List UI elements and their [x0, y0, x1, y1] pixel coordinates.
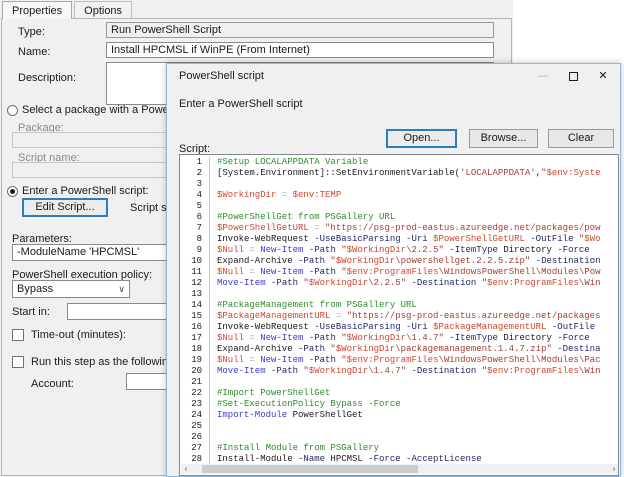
code-line: 20Move-Item -Path "$WorkingDir\1.4.7" -D…	[180, 366, 618, 377]
code-line: 2[System.Environment]::SetEnvironmentVar…	[180, 168, 618, 179]
start-in-field[interactable]	[67, 303, 172, 320]
combo-chevron-icon: ∨	[118, 283, 125, 295]
parameters-field[interactable]: -ModuleName 'HPCMSL'	[12, 244, 172, 261]
execution-policy-select[interactable]: Bypass ∨	[12, 280, 130, 298]
minimize-icon[interactable]: —	[528, 64, 558, 89]
code-line: 24Import-Module PowerShellGet	[180, 410, 618, 421]
timeout-checkbox-label: Time-out (minutes):	[31, 329, 126, 341]
code-line: 6#PowerShellGet from PSGallery URL	[180, 212, 618, 223]
code-line: 15$PackageManagementURL = "https://psg-p…	[180, 311, 618, 322]
open-button[interactable]: Open...	[386, 129, 457, 148]
code-line: 11$Null = New-Item -Path "$env:ProgramFi…	[180, 267, 618, 278]
code-line: 27#Install Module from PSGallery	[180, 443, 618, 454]
code-line: 26	[180, 432, 618, 443]
code-line: 21	[180, 377, 618, 388]
code-line: 18Expand-Archive -Path "$WorkingDir\pack…	[180, 344, 618, 355]
code-line: 19$Null = New-Item -Path "$env:ProgramFi…	[180, 355, 618, 366]
description-label: Description:	[18, 72, 76, 84]
code-line: 1#Setup LOCALAPPDATA Variable	[180, 157, 618, 168]
clear-button[interactable]: Clear	[548, 129, 614, 148]
code-line: 5	[180, 201, 618, 212]
code-line: 23#Set-ExecutionPolicy Bypass -Force	[180, 399, 618, 410]
code-line: 17$Null = New-Item -Path "$WorkingDir\1.…	[180, 333, 618, 344]
code-line: 12Move-Item -Path "$WorkingDir\2.2.5" -D…	[180, 278, 618, 289]
run-as-checkbox[interactable]	[12, 356, 24, 368]
powershell-script-dialog: PowerShell script — ✕ Enter a PowerShell…	[166, 63, 621, 477]
account-label: Account:	[31, 378, 74, 390]
code-line: 7$PowerShellGetURL = "https://psg-prod-e…	[180, 223, 618, 234]
horizontal-scrollbar[interactable]: ‹ ›	[181, 464, 619, 474]
code-line: 25	[180, 421, 618, 432]
code-lines[interactable]: 1#Setup LOCALAPPDATA Variable2[System.En…	[180, 157, 618, 465]
name-field[interactable]: Install HPCMSL if WinPE (From Internet)	[106, 42, 494, 58]
type-field: Run PowerShell Script	[106, 22, 494, 38]
script-editor[interactable]: 1#Setup LOCALAPPDATA Variable2[System.En…	[179, 154, 619, 476]
code-line: 9$Null = New-Item -Path "$WorkingDir\2.2…	[180, 245, 618, 256]
execution-policy-value: Bypass	[17, 283, 53, 295]
name-label: Name:	[18, 46, 50, 58]
type-label: Type:	[18, 26, 45, 38]
code-line: 13	[180, 289, 618, 300]
enter-script-radio[interactable]	[7, 186, 18, 197]
dialog-titlebar[interactable]: PowerShell script — ✕	[167, 64, 620, 89]
dialog-title: PowerShell script	[179, 70, 264, 82]
code-line: 3	[180, 179, 618, 190]
code-line: 8Invoke-WebRequest -UseBasicParsing -Uri…	[180, 234, 618, 245]
start-in-label: Start in:	[12, 306, 50, 318]
package-field	[12, 132, 172, 148]
select-package-radio[interactable]	[7, 105, 18, 116]
close-icon[interactable]: ✕	[588, 64, 618, 89]
code-line: 4$WorkingDir = $env:TEMP	[180, 190, 618, 201]
edit-script-button[interactable]: Edit Script...	[22, 198, 108, 217]
scrollbar-track[interactable]	[191, 464, 609, 474]
timeout-checkbox[interactable]	[12, 329, 24, 341]
code-line: 22#Import PowerShellGet	[180, 388, 618, 399]
tab-strip: PropertiesOptions	[2, 1, 132, 19]
code-line: 10Expand-Archive -Path "$WorkingDir\powe…	[180, 256, 618, 267]
scrollbar-thumb[interactable]	[202, 465, 418, 473]
maximize-icon[interactable]	[558, 64, 588, 89]
tab-properties[interactable]: Properties	[2, 1, 72, 19]
dialog-subtitle: Enter a PowerShell script	[179, 98, 303, 110]
tab-options[interactable]: Options	[74, 1, 132, 18]
browse-button[interactable]: Browse...	[469, 129, 538, 148]
scroll-left-icon[interactable]: ‹	[181, 464, 191, 474]
enter-script-radio-label: Enter a PowerShell script:	[22, 185, 149, 197]
code-line: 14#PackageManagement from PSGallery URL	[180, 300, 618, 311]
scroll-right-icon[interactable]: ›	[609, 464, 619, 474]
script-name-field	[12, 162, 172, 178]
code-line: 16Invoke-WebRequest -UseBasicParsing -Ur…	[180, 322, 618, 333]
